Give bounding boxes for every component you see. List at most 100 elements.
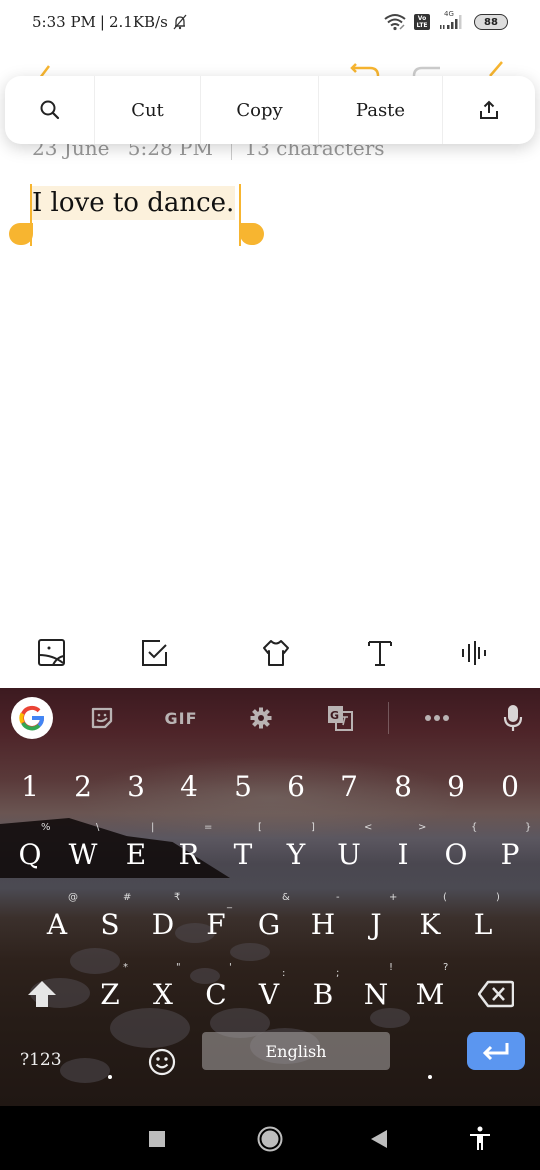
key-s[interactable]: # S: [85, 888, 135, 948]
text-format-icon[interactable]: [365, 638, 395, 668]
share-button[interactable]: [443, 76, 535, 144]
key-j[interactable]: + J: [351, 888, 401, 948]
key-d[interactable]: ₹ D: [138, 888, 188, 948]
wifi-icon: [384, 14, 406, 31]
key-0[interactable]: 0: [485, 756, 535, 816]
microphone-icon[interactable]: [502, 704, 524, 732]
image-icon[interactable]: [37, 638, 67, 668]
key-label: A: [46, 907, 68, 941]
key-label: I: [397, 837, 409, 871]
key-7[interactable]: 7: [324, 756, 374, 816]
home-button[interactable]: [255, 1124, 285, 1154]
selection-start-handle[interactable]: [9, 223, 33, 245]
key-i[interactable]: > I: [378, 818, 428, 878]
key-hint: %: [41, 822, 51, 833]
key-t[interactable]: [T: [218, 818, 268, 878]
key-v[interactable]: :V: [244, 958, 294, 1018]
battery-icon: 88: [474, 14, 508, 30]
theme-shirt-icon[interactable]: [261, 638, 291, 668]
accessibility-button[interactable]: [465, 1124, 495, 1154]
key-label: F: [206, 907, 226, 941]
cut-button[interactable]: Cut: [95, 76, 201, 144]
gif-button[interactable]: GIF: [160, 704, 202, 732]
key-hint: @: [68, 892, 78, 903]
volte-top: Vo: [417, 15, 427, 22]
status-right: Vo LTE 4G 88: [384, 10, 508, 32]
key-label: N: [363, 977, 389, 1011]
key-hint: >: [418, 822, 427, 833]
copy-button[interactable]: Copy: [201, 76, 319, 144]
paste-button[interactable]: Paste: [319, 76, 443, 144]
key-n[interactable]: ! N: [351, 958, 401, 1018]
key-c[interactable]: ' C: [191, 958, 241, 1018]
voice-wave-icon[interactable]: [458, 638, 488, 668]
paste-label: Paste: [355, 99, 406, 121]
key-6[interactable]: 6: [271, 756, 321, 816]
key-x[interactable]: " X: [138, 958, 188, 1018]
key-q[interactable]: % Q: [5, 818, 55, 878]
key-hint: &: [282, 892, 290, 903]
selection-end-handle[interactable]: [240, 223, 264, 245]
space-bar[interactable]: English: [202, 1032, 390, 1070]
checkbox-icon[interactable]: [140, 638, 170, 668]
more-icon[interactable]: [422, 704, 452, 732]
key-9[interactable]: 9: [431, 756, 481, 816]
key-3[interactable]: 3: [111, 756, 161, 816]
comma-key-dot[interactable]: [108, 1075, 112, 1079]
key-h[interactable]: -H: [298, 888, 348, 948]
key-8[interactable]: 8: [378, 756, 428, 816]
key-w[interactable]: \ W: [58, 818, 108, 878]
symbols-key[interactable]: ?123: [20, 1050, 62, 1070]
key-r[interactable]: = R: [164, 818, 214, 878]
key-o[interactable]: {O: [431, 818, 481, 878]
back-button[interactable]: [364, 1124, 394, 1154]
note-body-text[interactable]: I love to dance.: [31, 186, 236, 220]
key-hint: -: [336, 892, 340, 903]
key-hint: ]: [311, 822, 315, 833]
key-hint: {: [471, 822, 478, 833]
shift-key[interactable]: [22, 974, 62, 1014]
translate-icon[interactable]: G: [326, 704, 354, 732]
network-type: 4G: [444, 10, 454, 18]
key-k[interactable]: (K: [405, 888, 455, 948]
net-speed: 2.1KB/s: [108, 13, 168, 31]
share-icon: [480, 100, 498, 119]
period-key-dot[interactable]: [428, 1075, 432, 1079]
key-a[interactable]: @ A: [32, 888, 82, 948]
letter-row-3: * Z " X ' C :V ; B ! N ? M: [0, 958, 540, 1018]
key-5[interactable]: 5: [218, 756, 268, 816]
keyboard-toolbar: GIF G: [0, 688, 540, 750]
key-label: K: [419, 907, 441, 941]
key-hint: +: [389, 892, 398, 903]
key-g[interactable]: & G: [244, 888, 294, 948]
key-label: C: [205, 977, 227, 1011]
key-u[interactable]: < U: [324, 818, 374, 878]
key-m[interactable]: ? M: [405, 958, 455, 1018]
search-button[interactable]: [5, 76, 95, 144]
key-b[interactable]: ; B: [298, 958, 348, 1018]
key-z[interactable]: * Z: [85, 958, 135, 1018]
key-label: 4: [180, 769, 198, 803]
key-2[interactable]: 2: [58, 756, 108, 816]
key-f[interactable]: _ F: [191, 888, 241, 948]
settings-icon[interactable]: [248, 704, 274, 732]
toolbar-divider: [388, 702, 389, 734]
battery-level: 88: [484, 16, 498, 28]
enter-key[interactable]: [467, 1032, 525, 1070]
sticker-icon[interactable]: [89, 704, 115, 732]
key-hint: <: [364, 822, 373, 833]
recents-button[interactable]: [142, 1124, 172, 1154]
google-logo-icon[interactable]: [11, 697, 53, 739]
key-label: P: [500, 837, 520, 871]
backspace-key[interactable]: [474, 978, 518, 1010]
key-hint: ': [229, 962, 232, 973]
key-label: 7: [340, 769, 358, 803]
key-1[interactable]: 1: [5, 756, 55, 816]
key-hint: \: [96, 822, 100, 833]
key-e[interactable]: | E: [111, 818, 161, 878]
key-4[interactable]: 4: [164, 756, 214, 816]
key-l[interactable]: ) L: [458, 888, 508, 948]
key-y[interactable]: ] Y: [271, 818, 321, 878]
emoji-key[interactable]: [146, 1046, 178, 1078]
key-p[interactable]: } P: [485, 818, 535, 878]
